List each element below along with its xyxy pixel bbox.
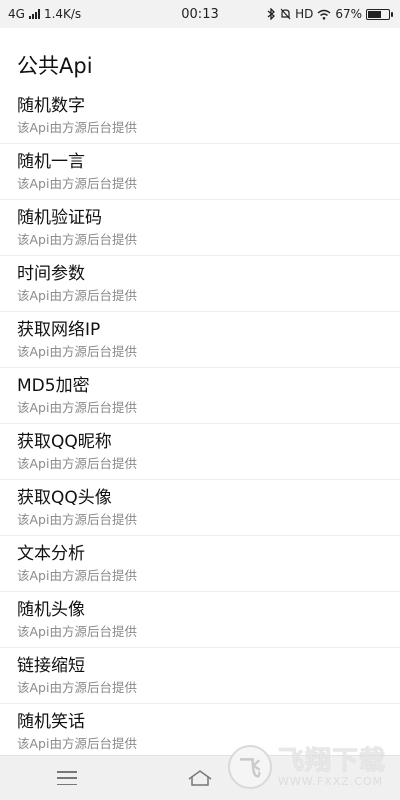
wifi-icon xyxy=(317,9,331,20)
api-name: 随机验证码 xyxy=(17,208,102,228)
api-list: 随机数字 该Api由方源后台提供 随机一言 该Api由方源后台提供 随机验证码 该Api由… xyxy=(0,88,400,760)
status-bar: 4G 1.4K/s 00:13 HD 67% xyxy=(0,0,400,28)
watermark-sub: WWW.FXXZ.COM xyxy=(278,774,384,788)
api-description: 该Api由方源后台提供 xyxy=(17,176,137,191)
api-name: 文本分析 xyxy=(17,544,85,564)
list-item[interactable]: 随机数字该Api由方源后台提供 xyxy=(0,88,400,144)
api-name: 随机笑话 xyxy=(17,712,85,732)
api-name: 随机头像 xyxy=(17,600,85,620)
battery-percent: 67% xyxy=(335,7,362,21)
list-item[interactable]: 随机头像该Api由方源后台提供 xyxy=(0,592,400,648)
watermark-badge-icon: 飞 xyxy=(228,745,272,789)
api-description: 该Api由方源后台提供 xyxy=(17,680,137,695)
watermark-logo: 飞 飞翔下载 WWW.FXXZ.COM xyxy=(228,738,388,796)
watermark-main: 飞翔下载 xyxy=(278,745,387,776)
home-icon xyxy=(188,770,211,786)
battery-fill xyxy=(368,10,381,18)
list-item[interactable]: 获取网络IP 该Api由方源后台提供 xyxy=(0,312,400,368)
watermark-text: 飞翔下载 WWW.FXXZ.COM xyxy=(278,748,386,787)
status-left: 4G 1.4K/s xyxy=(8,7,81,21)
api-description: 该Api由方源后台提供 xyxy=(17,232,137,247)
api-name: 获取网络IP xyxy=(17,320,101,340)
api-description: 该Api由方源后台提供 xyxy=(17,288,137,303)
api-description: 该Api由方源后台提供 xyxy=(17,624,137,639)
list-item[interactable]: 获取QQ昵称该Api由方源后台提供 xyxy=(0,424,400,480)
bluetooth-icon xyxy=(267,8,276,20)
list-item[interactable]: 随机一言该Api由方源后台提供 xyxy=(0,144,400,200)
signal-icon xyxy=(28,9,40,19)
page-title: 公共Api xyxy=(17,54,93,78)
network-type: 4G xyxy=(8,7,25,21)
battery-icon xyxy=(366,8,393,20)
api-description: 该Api由方源后台提供 xyxy=(17,120,137,135)
api-description: 该Api由方源后台提供 xyxy=(17,344,137,359)
list-item[interactable]: 链接缩短该Api由方源后台提供 xyxy=(0,648,400,704)
hd-badge: HD xyxy=(295,7,314,21)
api-description: 该Api由方源后台提供 xyxy=(17,512,137,527)
list-item[interactable]: MD5加密该Api由方源后台提供 xyxy=(0,368,400,424)
api-name: MD5加密 xyxy=(17,376,90,396)
list-item[interactable]: 时间参数该Api由方源后台提供 xyxy=(0,256,400,312)
menu-button[interactable] xyxy=(0,756,133,800)
status-right: HD 67% xyxy=(267,7,393,21)
api-name: 链接缩短 xyxy=(17,656,85,676)
menu-icon xyxy=(56,771,77,785)
network-speed: 1.4K/s xyxy=(43,7,82,21)
api-name: 获取QQ昵称 xyxy=(17,432,112,452)
mute-icon xyxy=(280,8,291,20)
api-description: 该Api由方源后台提供 xyxy=(17,568,137,583)
list-item[interactable]: 文本分析该Api由方源后台提供 xyxy=(0,536,400,592)
api-name: 时间参数 xyxy=(17,264,85,284)
api-description: 该Api由方源后台提供 xyxy=(17,400,137,415)
api-description: 该Api由方源后台提供 xyxy=(17,456,137,471)
list-item[interactable]: 随机验证码该Api由方源后台提供 xyxy=(0,200,400,256)
api-name: 随机一言 xyxy=(17,152,85,172)
api-name: 随机数字 xyxy=(17,96,85,116)
list-item[interactable]: 获取QQ头像该Api由方源后台提供 xyxy=(0,480,400,536)
api-name: 获取QQ头像 xyxy=(17,488,112,508)
